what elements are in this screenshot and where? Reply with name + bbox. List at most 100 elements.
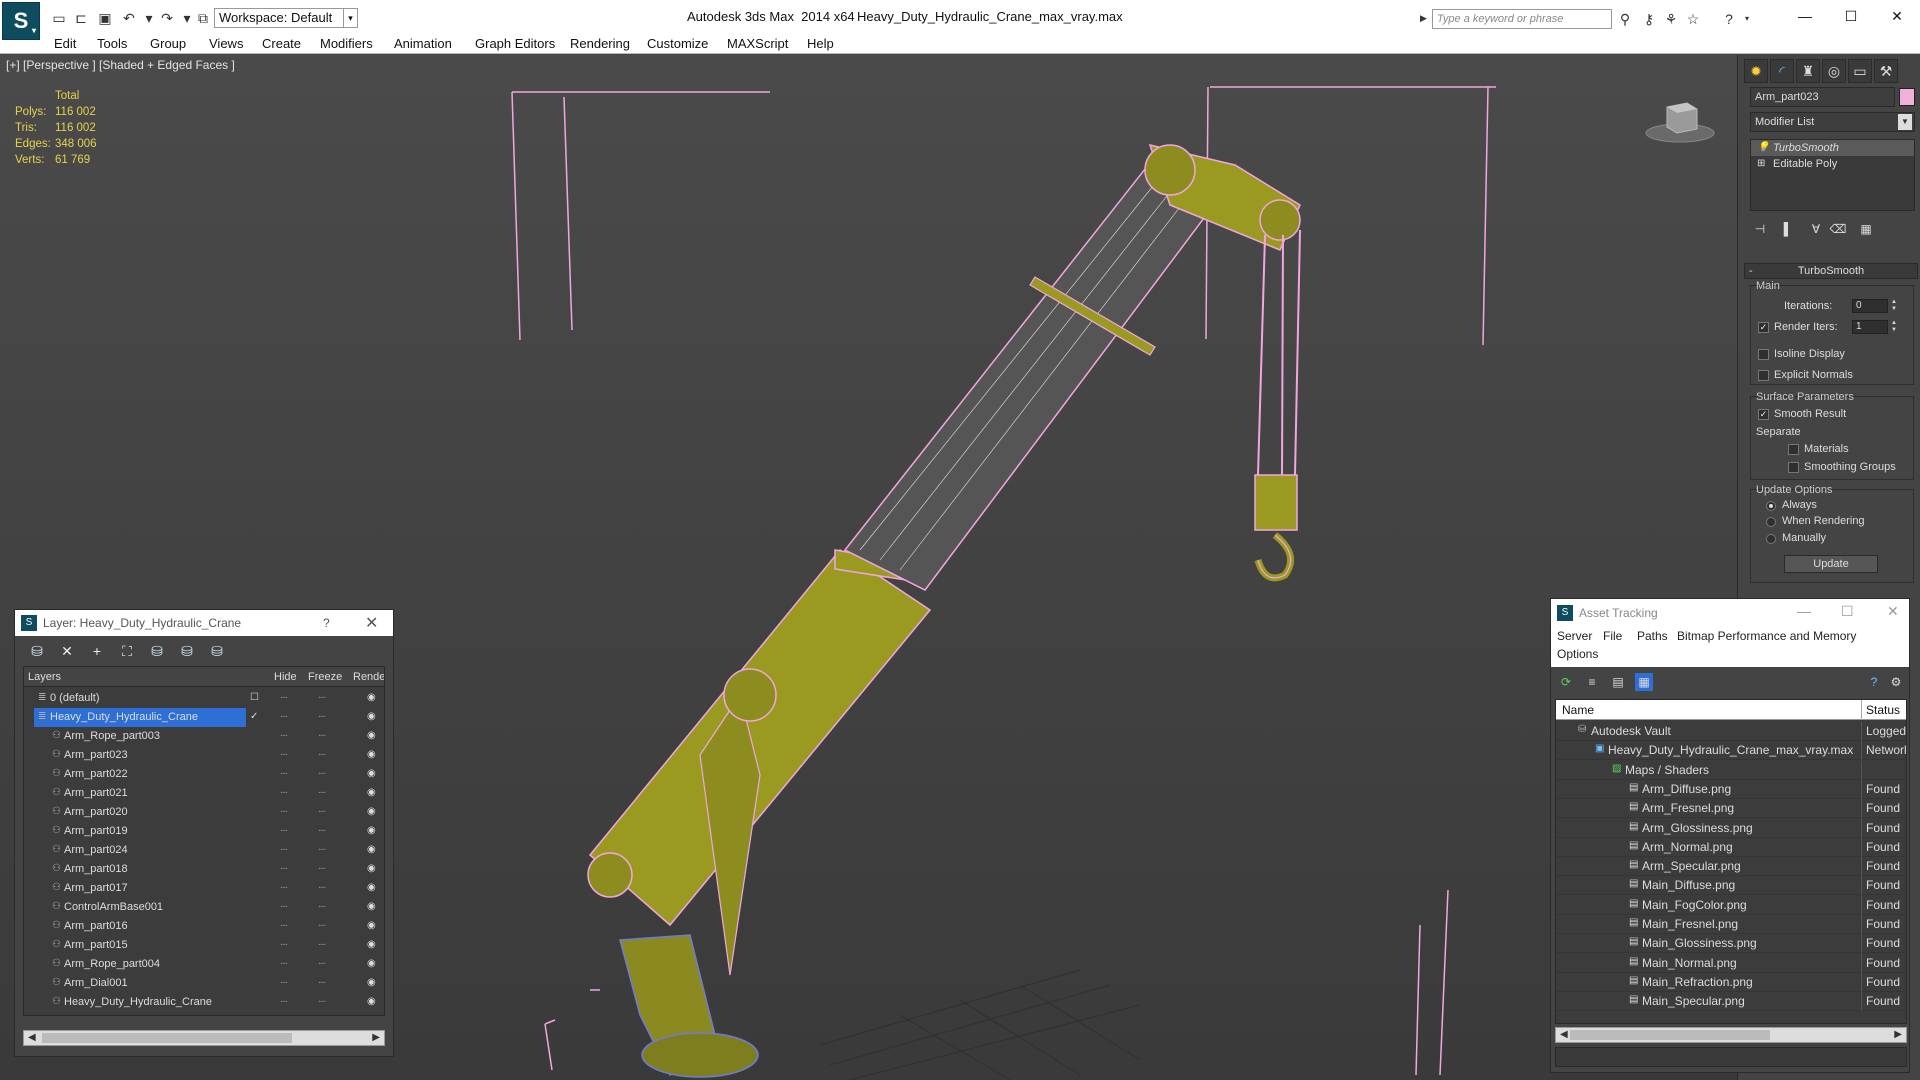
layer-window-titlebar[interactable]: S Layer: Heavy_Duty_Hydraulic_Crane ? ✕: [15, 610, 393, 636]
asset-window-titlebar[interactable]: S Asset Tracking — ☐ ✕: [1551, 599, 1909, 627]
close-icon[interactable]: ✕: [1887, 603, 1899, 620]
hide-toggle-icon[interactable]: ∙∙∙∙: [280, 920, 288, 931]
hide-toggle-icon[interactable]: ∙∙∙∙: [280, 806, 288, 817]
freeze-toggle-icon[interactable]: ∙∙∙∙: [318, 825, 326, 836]
minimize-button[interactable]: —: [1782, 4, 1828, 28]
spinner-arrows-icon[interactable]: ▲ ▼: [1890, 320, 1898, 334]
hide-toggle-icon[interactable]: ∙∙∙∙: [280, 882, 288, 893]
asset-row[interactable]: ▣ Heavy_Duty_Hydraulic_Crane_max_vray.max…: [1556, 741, 1906, 761]
scroll-right-icon[interactable]: ▶: [372, 1032, 380, 1043]
layer-row[interactable]: ⚇ Arm_part019 ∙∙∙∙ ∙∙∙∙ ◉: [24, 822, 384, 841]
teapot-render-icon[interactable]: ◉: [367, 806, 376, 817]
always-radio[interactable]: [1766, 501, 1776, 511]
hide-toggle-icon[interactable]: ∙∙∙∙: [280, 901, 288, 912]
hide-toggle-icon[interactable]: ∙∙∙∙: [280, 692, 288, 703]
configure-sets-icon[interactable]: ▦: [1856, 219, 1876, 239]
teapot-render-icon[interactable]: ◉: [367, 825, 376, 836]
teapot-render-icon[interactable]: ◉: [367, 920, 376, 931]
help-icon[interactable]: ?: [1720, 10, 1738, 28]
hierarchy-tab-icon[interactable]: ♜: [1796, 59, 1820, 83]
teapot-render-icon[interactable]: ◉: [367, 996, 376, 1007]
freeze-toggle-icon[interactable]: ∙∙∙∙: [318, 901, 326, 912]
freeze-all-layers-icon[interactable]: ⛁: [207, 641, 227, 661]
layer-row[interactable]: ≣ 0 (default) ☐ ∙∙∙∙ ∙∙∙∙ ◉: [24, 689, 384, 708]
add-to-layer-icon[interactable]: +: [87, 641, 107, 661]
layer-row[interactable]: ⚇ Arm_part021 ∙∙∙∙ ∙∙∙∙ ◉: [24, 784, 384, 803]
layer-horizontal-scrollbar[interactable]: ◀ ▶: [23, 1030, 385, 1046]
asset-row[interactable]: ▤ Arm_Fresnel.png Found: [1556, 799, 1906, 819]
make-unique-icon[interactable]: ∀: [1806, 219, 1826, 239]
key-icon[interactable]: ⚷: [1640, 10, 1658, 28]
freeze-toggle-icon[interactable]: ∙∙∙∙: [318, 711, 326, 722]
display-tab-icon[interactable]: ▭: [1848, 59, 1872, 83]
scrollbar-thumb[interactable]: [42, 1033, 292, 1043]
hide-toggle-icon[interactable]: ∙∙∙∙: [280, 749, 288, 760]
scroll-right-icon[interactable]: ▶: [1894, 1029, 1902, 1040]
layer-row[interactable]: ⚇ Arm_part020 ∙∙∙∙ ∙∙∙∙ ◉: [24, 803, 384, 822]
teapot-render-icon[interactable]: ◉: [367, 692, 376, 703]
hide-toggle-icon[interactable]: ∙∙∙∙: [280, 977, 288, 988]
motion-tab-icon[interactable]: ◎: [1822, 59, 1846, 83]
pin-stack-icon[interactable]: ⊣: [1750, 219, 1770, 239]
layer-row[interactable]: ⚇ Arm_Rope_part004 ∙∙∙∙ ∙∙∙∙ ◉: [24, 955, 384, 974]
menu-bitmap-performance[interactable]: Bitmap Performance and Memory: [1677, 629, 1856, 643]
communication-icon[interactable]: ⚘: [1662, 10, 1680, 28]
new-file-icon[interactable]: ▭: [50, 9, 68, 27]
asset-horizontal-scrollbar[interactable]: ◀ ▶: [1555, 1027, 1907, 1043]
teapot-render-icon[interactable]: ◉: [367, 768, 376, 779]
workspace-dropdown-icon[interactable]: ▾: [344, 8, 358, 28]
object-name-field[interactable]: Arm_part023: [1750, 87, 1895, 107]
undo-dropdown-icon[interactable]: ▾: [140, 9, 158, 27]
layer-row[interactable]: ⚇ Arm_part022 ∙∙∙∙ ∙∙∙∙ ◉: [24, 765, 384, 784]
teapot-render-icon[interactable]: ◉: [367, 958, 376, 969]
layer-row[interactable]: ≣ Heavy_Duty_Hydraulic_Crane ✓ ∙∙∙∙ ∙∙∙∙ ◉: [24, 708, 384, 727]
freeze-toggle-icon[interactable]: ∙∙∙∙: [318, 768, 326, 779]
render-iters-checkbox[interactable]: ✓: [1758, 322, 1769, 333]
asset-row[interactable]: ▤ Main_FogColor.png Found: [1556, 895, 1906, 915]
asset-row[interactable]: ▤ Main_Fresnel.png Found: [1556, 915, 1906, 934]
chevron-down-icon[interactable]: ▼: [1898, 114, 1912, 130]
teapot-render-icon[interactable]: ◉: [367, 730, 376, 741]
lightbulb-icon[interactable]: 💡: [1757, 140, 1769, 156]
table-view-icon[interactable]: ▦: [1635, 673, 1653, 691]
column-header-name[interactable]: Name: [1562, 703, 1594, 717]
create-layer-icon[interactable]: ⛁: [27, 641, 47, 661]
layer-row[interactable]: ⚇ Arm_part017 ∙∙∙∙ ∙∙∙∙ ◉: [24, 879, 384, 898]
teapot-render-icon[interactable]: ◉: [367, 863, 376, 874]
expand-icon[interactable]: ⊞: [1757, 156, 1765, 172]
highlight-layer-icon[interactable]: ⛁: [147, 641, 167, 661]
teapot-render-icon[interactable]: ◉: [367, 787, 376, 798]
help-icon[interactable]: ?: [1865, 673, 1883, 691]
delete-layer-icon[interactable]: ✕: [57, 641, 77, 661]
stack-item-editable-poly[interactable]: ⊞ Editable Poly: [1751, 156, 1914, 172]
asset-row[interactable]: ▤ Main_Specular.png Found: [1556, 992, 1906, 1012]
scrollbar-thumb[interactable]: [1570, 1030, 1770, 1040]
utilities-tab-icon[interactable]: ⚒: [1874, 59, 1898, 83]
refresh-icon[interactable]: ⟳: [1557, 673, 1575, 691]
menu-options[interactable]: Options: [1557, 647, 1598, 661]
freeze-toggle-icon[interactable]: ∙∙∙∙: [318, 996, 326, 1007]
help-button[interactable]: ?: [323, 616, 330, 630]
hide-toggle-icon[interactable]: ∙∙∙∙: [280, 768, 288, 779]
close-icon[interactable]: ✕: [365, 613, 378, 633]
viewport-label[interactable]: [+] [Perspective ] [Shaded + Edged Faces…: [6, 58, 235, 72]
freeze-toggle-icon[interactable]: ∙∙∙∙: [318, 920, 326, 931]
menu-file[interactable]: File: [1603, 629, 1622, 643]
app-menu-button[interactable]: S ▾: [2, 2, 40, 40]
freeze-toggle-icon[interactable]: ∙∙∙∙: [318, 749, 326, 760]
menu-help[interactable]: Help: [807, 36, 834, 51]
hide-toggle-icon[interactable]: ∙∙∙∙: [280, 844, 288, 855]
freeze-toggle-icon[interactable]: ∙∙∙∙: [318, 977, 326, 988]
column-header-hide[interactable]: Hide: [274, 671, 297, 683]
stack-item-turbosmooth[interactable]: 💡 TurboSmooth: [1751, 140, 1914, 156]
menu-graph-editors[interactable]: Graph Editors: [475, 36, 555, 51]
hide-toggle-icon[interactable]: ∙∙∙∙: [280, 825, 288, 836]
manually-radio[interactable]: [1766, 534, 1776, 544]
spinner-arrows-icon[interactable]: ▲ ▼: [1890, 299, 1898, 313]
maximize-icon[interactable]: ☐: [1841, 603, 1854, 620]
checkmark-icon[interactable]: ✓: [250, 711, 258, 722]
asset-row[interactable]: ▤ Arm_Normal.png Found: [1556, 837, 1906, 857]
menu-create[interactable]: Create: [262, 36, 301, 51]
asset-row[interactable]: ▤ Main_Refraction.png Found: [1556, 972, 1906, 992]
menu-tools[interactable]: Tools: [97, 36, 127, 51]
